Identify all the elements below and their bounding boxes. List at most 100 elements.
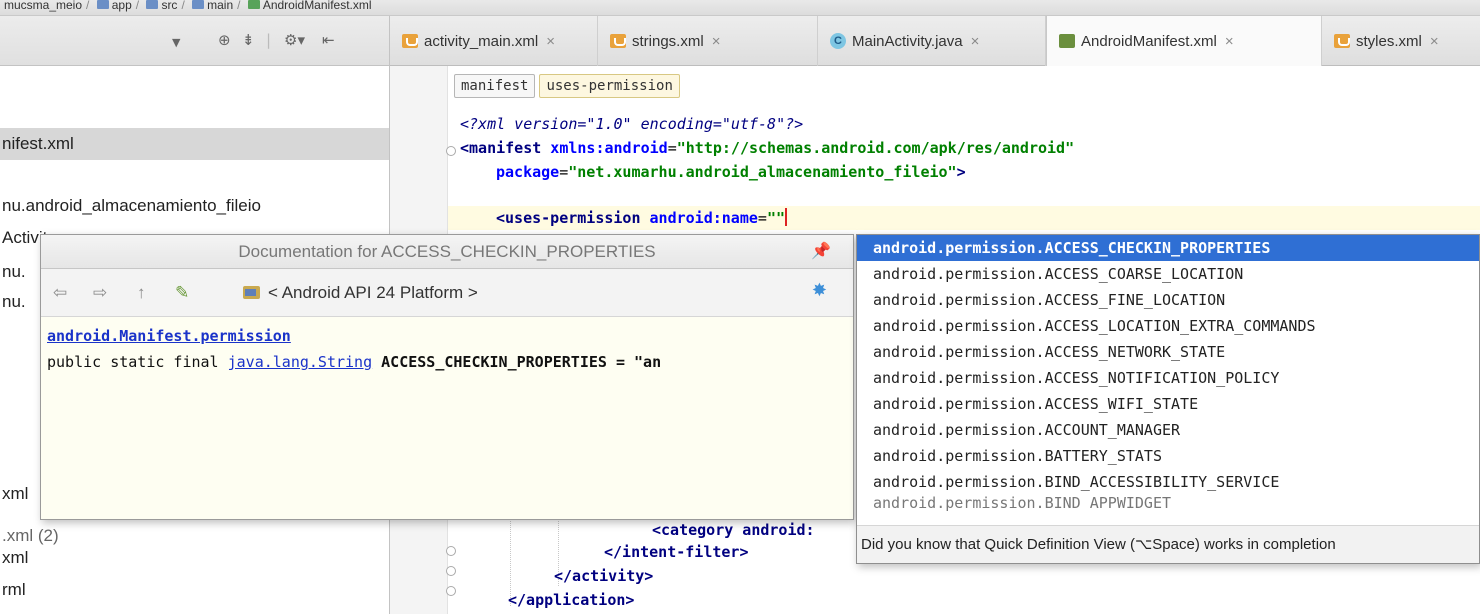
tree-item-rml-file[interactable]: rml [0,574,389,606]
code-line-intent-filter-close: </intent-filter> [604,540,749,564]
breadcrumb-item-module[interactable]: mucsma_meio [4,0,82,12]
code-completion-list[interactable]: android.permission.ACCESS_CHECKIN_PROPER… [856,234,1480,564]
doc-popup-title: Documentation for ACCESS_CHECKIN_PROPERT… [238,242,656,261]
breadcrumb-item-main[interactable]: main [207,0,233,12]
intent-filter-close-tag: </intent-filter> [604,543,749,561]
code-line-category: <category android: [652,518,815,542]
completion-item[interactable]: android.permission.BIND_APPWIDGET [857,495,1479,511]
completion-item[interactable]: android.permission.ACCESS_CHECKIN_PROPER… [857,235,1479,261]
completion-item[interactable]: android.permission.ACCESS_COARSE_LOCATIO… [857,261,1479,287]
xml-file-icon [402,34,418,48]
close-icon[interactable]: × [712,33,721,50]
code-line-5: <uses-permission android:name="" [496,206,787,230]
xmlns-value: "http://schemas.android.com/apk/res/andr… [676,139,1075,157]
api-level-link[interactable]: < Android API 24 Platform > [243,281,478,305]
xml-file-icon [1334,34,1350,48]
completion-item[interactable]: android.permission.ACCESS_NETWORK_STATE [857,339,1479,365]
up-arrow-icon[interactable]: ↑ [137,281,146,305]
fold-marker-icon[interactable] [446,146,456,156]
doc-popup-title-bar[interactable]: Documentation for ACCESS_CHECKIN_PROPERT… [41,235,853,269]
edit-source-icon[interactable]: ✎ [175,281,189,305]
editor-tab-bar: activity_main.xml × strings.xml × C Main… [390,16,1480,66]
name-attribute: android:name [640,209,758,227]
tree-item-xml-file[interactable]: xml [0,542,389,574]
close-icon[interactable]: × [546,33,555,50]
fold-marker-icon[interactable] [446,586,456,596]
gear-menu-icon[interactable]: ⚙▾ [284,31,305,49]
completion-hint: Did you know that Quick Definition View … [857,525,1479,563]
close-icon[interactable]: × [1430,33,1439,50]
completion-item[interactable]: android.permission.ACCESS_NOTIFICATION_P… [857,365,1479,391]
type-link[interactable]: java.lang.String [228,353,373,371]
code-line-2: <manifest xmlns:android="http://schemas.… [460,136,1074,160]
close-icon[interactable]: × [971,33,980,50]
folder-icon [146,0,159,9]
class-link[interactable]: android.Manifest.permission [47,327,291,345]
tab-label: activity_main.xml [424,32,539,50]
tree-item-package[interactable]: nu.android_almacenamiento_fileio [0,190,389,222]
api-level-label: < Android API 24 Platform > [268,283,478,302]
completion-item[interactable]: android.permission.BIND_ACCESSIBILITY_SE… [857,469,1479,495]
completion-item[interactable]: android.permission.ACCESS_LOCATION_EXTRA… [857,313,1479,339]
equals-sign: = [559,163,569,181]
tab-strings[interactable]: strings.xml × [598,16,818,66]
xml-declaration: <?xml version="1.0" encoding="utf-8"?> [460,115,804,133]
pin-icon[interactable]: 📌 [811,243,831,261]
package-value: "net.xumarhu.android_almacenamiento_file… [568,163,957,181]
fold-marker-icon[interactable] [446,566,456,576]
activity-close-tag: </activity> [554,567,654,585]
split-icon[interactable]: ⇟ [242,31,255,49]
documentation-popup[interactable]: Documentation for ACCESS_CHECKIN_PROPERT… [40,234,854,520]
breadcrumb-separator: / [135,0,140,12]
code-line-3: package="net.xumarhu.android_almacenamie… [496,160,966,184]
text-caret [785,208,787,226]
tab-label: styles.xml [1356,32,1422,50]
breadcrumb-separator: / [181,0,185,12]
fold-marker-icon[interactable] [446,546,456,556]
uses-permission-tag: <uses-permission [496,209,641,227]
toolbar-divider: | [266,31,272,49]
equals-sign: = [757,209,767,227]
completion-item[interactable]: android.permission.BATTERY_STATS [857,443,1479,469]
tab-main-activity[interactable]: C MainActivity.java × [818,16,1046,66]
back-arrow-icon[interactable]: ⇦ [53,281,67,305]
project-toolbar: ▼ ⊕ ⇟ | ⚙▾ ⇤ [0,16,390,66]
xml-crumb-uses-permission[interactable]: uses-permission [539,74,680,98]
xml-crumb-manifest[interactable]: manifest [454,74,536,98]
breadcrumb-item-src[interactable]: src [161,0,177,12]
close-icon[interactable]: × [1225,33,1234,50]
tab-label: strings.xml [632,32,704,50]
code-line-1: <?xml version="1.0" encoding="utf-8"?> [460,112,803,136]
navigation-breadcrumb: mucsma_meio / app / src / main / AndroidMani… [0,0,1480,16]
folder-icon [96,0,109,9]
chevron-down-icon[interactable]: ▼ [172,34,180,52]
java-class-icon: C [830,33,846,49]
field-value: = "an [606,353,662,371]
category-tag: <category android: [652,521,815,539]
forward-arrow-icon[interactable]: ⇨ [93,281,107,305]
code-line-application-close: </application> [508,588,634,612]
tab-activity-main[interactable]: activity_main.xml × [390,16,598,66]
target-icon[interactable]: ⊕ [218,31,231,49]
gear-icon[interactable]: ✸ [812,280,827,301]
breadcrumb-item-app[interactable]: app [112,0,132,12]
name-value: "" [766,209,785,227]
breadcrumb-item-file[interactable]: AndroidManifest.xml [263,0,372,12]
application-close-tag: </application> [508,591,635,609]
tab-label: MainActivity.java [852,32,963,50]
completion-item[interactable]: android.permission.ACCESS_FINE_LOCATION [857,287,1479,313]
manifest-open-tag: <manifest [460,139,542,157]
doc-popup-body: android.Manifest.permission public stati… [41,317,853,381]
field-signature: public static final java.lang.String ACC… [47,349,847,375]
completion-item[interactable]: android.permission.ACCESS_WIFI_STATE [857,391,1479,417]
collapse-icon[interactable]: ⇤ [322,31,335,49]
folder-icon [192,0,205,9]
breadcrumb-separator: / [237,0,241,12]
xmlns-attribute: xmlns:android [541,139,668,157]
tree-item-manifest[interactable]: nifest.xml [0,128,389,160]
tab-android-manifest[interactable]: AndroidManifest.xml × [1046,16,1322,66]
breadcrumb-separator: / [86,0,90,12]
tab-styles[interactable]: styles.xml × [1322,16,1480,66]
package-attribute: package [496,163,560,181]
completion-item[interactable]: android.permission.ACCOUNT_MANAGER [857,417,1479,443]
